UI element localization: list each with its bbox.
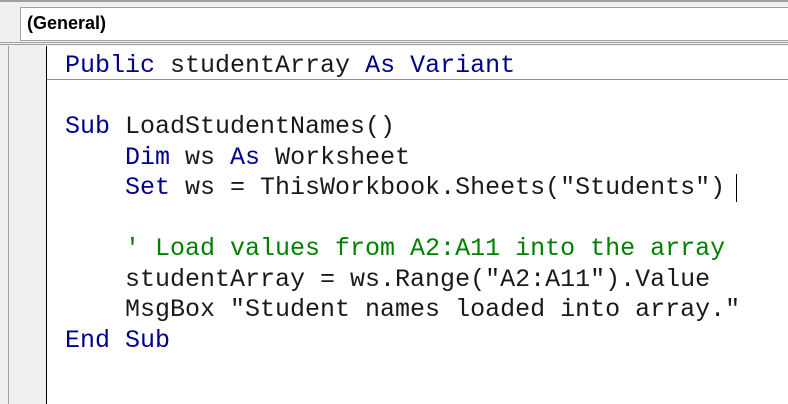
keyword-token: Dim <box>125 143 170 172</box>
code-token <box>65 143 125 172</box>
keyword-token: Variant <box>410 51 515 80</box>
code-line[interactable]: Sub LoadStudentNames() <box>65 112 740 143</box>
code-line[interactable] <box>65 82 740 113</box>
code-token: ws = ThisWorkbook.Sheets("Students") <box>170 173 725 202</box>
code-token <box>110 326 125 355</box>
toolbar: (General) <box>0 0 788 44</box>
object-dropdown[interactable]: (General) <box>20 7 788 41</box>
margin-indicator-bar[interactable] <box>8 46 47 404</box>
comment-token: ' Load values from A2:A11 into the array <box>65 234 725 263</box>
text-cursor <box>736 174 737 202</box>
keyword-token: As <box>230 143 260 172</box>
code-token <box>395 51 410 80</box>
keyword-token: Sub <box>65 112 110 141</box>
keyword-token: Sub <box>125 326 170 355</box>
code-text[interactable]: Public studentArray As Variant Sub LoadSt… <box>65 51 740 356</box>
keyword-token: Set <box>125 173 170 202</box>
code-line[interactable]: Set ws = ThisWorkbook.Sheets("Students") <box>65 173 740 204</box>
code-line[interactable]: Public studentArray As Variant <box>65 51 740 82</box>
code-line[interactable]: ' Load values from A2:A11 into the array <box>65 234 740 265</box>
code-line[interactable]: studentArray = ws.Range("A2:A11").Value <box>65 265 740 296</box>
code-token: Worksheet <box>260 143 410 172</box>
code-line[interactable]: End Sub <box>65 326 740 357</box>
object-dropdown-value: (General) <box>27 13 106 34</box>
code-token: studentArray <box>155 51 365 80</box>
keyword-token: End <box>65 326 110 355</box>
code-line[interactable]: MsgBox "Student names loaded into array.… <box>65 295 740 326</box>
keyword-token: As <box>365 51 395 80</box>
code-line[interactable] <box>65 204 740 235</box>
code-token: LoadStudentNames() <box>110 112 395 141</box>
code-line[interactable]: Dim ws As Worksheet <box>65 143 740 174</box>
keyword-token: Public <box>65 51 155 80</box>
code-token: MsgBox "Student names loaded into array.… <box>65 295 740 324</box>
code-token: ws <box>170 143 230 172</box>
code-token <box>65 173 125 202</box>
code-token: studentArray = ws.Range("A2:A11").Value <box>65 265 710 294</box>
